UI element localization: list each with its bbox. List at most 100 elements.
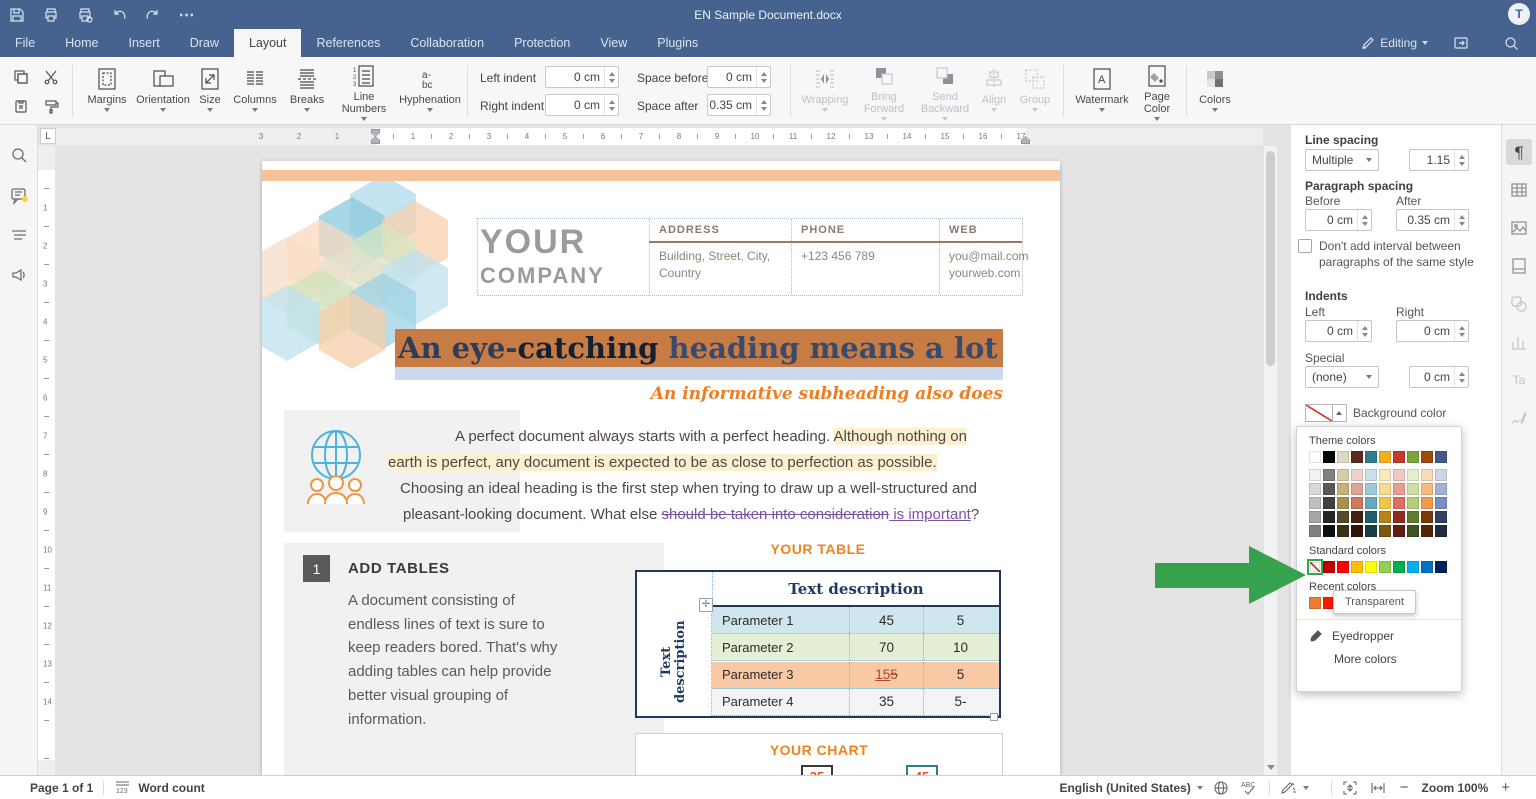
quick-print-button[interactable]	[68, 0, 102, 29]
shape-settings-icon[interactable]	[1506, 291, 1532, 317]
theme-color-swatch[interactable]	[1309, 451, 1321, 463]
standard-color-swatch[interactable]	[1365, 561, 1377, 573]
tint-color-swatch[interactable]	[1435, 511, 1447, 523]
tint-color-swatch[interactable]	[1393, 511, 1405, 523]
tint-color-swatch[interactable]	[1323, 483, 1335, 495]
cut-button[interactable]	[38, 64, 64, 90]
tint-color-swatch[interactable]	[1435, 483, 1447, 495]
find-icon[interactable]	[7, 143, 31, 167]
paste-button[interactable]	[8, 93, 34, 119]
toolbar-button-group[interactable]: Group	[1013, 63, 1057, 121]
field-space-before[interactable]: 0 cm	[707, 66, 771, 88]
standard-color-swatch[interactable]	[1393, 561, 1405, 573]
fit-width-icon[interactable]	[1370, 781, 1386, 795]
line-spacing-select[interactable]: Multiple	[1305, 149, 1379, 171]
save-button[interactable]	[0, 0, 34, 29]
zoom-out-button[interactable]: −	[1400, 779, 1409, 796]
paragraph-settings-icon[interactable]: ¶	[1506, 139, 1532, 165]
headers-footers-settings-icon[interactable]	[1506, 253, 1532, 279]
background-color-dropdown-button[interactable]	[1332, 404, 1347, 422]
toolbar-button-margins[interactable]: Margins	[80, 63, 134, 121]
tint-color-swatch[interactable]	[1435, 469, 1447, 481]
tab-home[interactable]: Home	[50, 29, 113, 57]
tint-color-swatch[interactable]	[1393, 483, 1405, 495]
word-count-icon[interactable]: 123	[114, 780, 131, 795]
tint-color-swatch[interactable]	[1421, 497, 1433, 509]
copy-style-button[interactable]	[38, 93, 64, 119]
table-move-handle[interactable]: ✛	[699, 598, 713, 612]
toolbar-button-line-numbers[interactable]: 1 2 3 Line Numbers	[332, 63, 396, 121]
tab-insert[interactable]: Insert	[114, 29, 175, 57]
recent-color-swatch[interactable]	[1309, 597, 1321, 609]
tint-color-swatch[interactable]	[1351, 483, 1363, 495]
standard-color-swatch[interactable]	[1421, 561, 1433, 573]
tab-protection[interactable]: Protection	[499, 29, 585, 57]
tint-color-swatch[interactable]	[1337, 483, 1349, 495]
tint-color-swatch[interactable]	[1407, 483, 1419, 495]
tint-color-swatch[interactable]	[1351, 525, 1363, 537]
tint-color-swatch[interactable]	[1421, 525, 1433, 537]
tint-color-swatch[interactable]	[1379, 469, 1391, 481]
tint-color-swatch[interactable]	[1421, 511, 1433, 523]
background-color-swatch[interactable]	[1305, 404, 1333, 422]
language-selector[interactable]: English (United States)	[1059, 781, 1190, 795]
feedback-icon[interactable]	[7, 263, 31, 287]
tint-color-swatch[interactable]	[1421, 469, 1433, 481]
tint-color-swatch[interactable]	[1337, 525, 1349, 537]
tint-color-swatch[interactable]	[1351, 511, 1363, 523]
theme-color-swatch[interactable]	[1351, 451, 1363, 463]
document-canvas[interactable]: YOUR COMPANY ADDRESS PHONE WEB Building,…	[38, 146, 1290, 775]
tint-color-swatch[interactable]	[1379, 483, 1391, 495]
special-amount-input[interactable]: 0 cm	[1409, 366, 1469, 388]
document-page[interactable]: YOUR COMPANY ADDRESS PHONE WEB Building,…	[262, 161, 1060, 775]
tint-color-swatch[interactable]	[1323, 469, 1335, 481]
comments-icon[interactable]	[7, 183, 31, 207]
tint-color-swatch[interactable]	[1365, 469, 1377, 481]
toolbar-button-align[interactable]: Align	[973, 63, 1015, 121]
theme-color-swatch[interactable]	[1365, 451, 1377, 463]
tint-color-swatch[interactable]	[1393, 469, 1405, 481]
editing-mode-button[interactable]: Editing	[1361, 36, 1428, 50]
tint-color-swatch[interactable]	[1407, 511, 1419, 523]
theme-color-swatch[interactable]	[1379, 451, 1391, 463]
table-resize-handle[interactable]	[990, 713, 998, 721]
toolbar-button-breaks[interactable]: Breaks	[281, 63, 333, 121]
fit-page-icon[interactable]	[1342, 780, 1358, 796]
standard-color-swatch-selected[interactable]	[1307, 559, 1323, 575]
indent-right-input[interactable]: 0 cm	[1396, 320, 1469, 342]
toolbar-button-hyphenation[interactable]: a-bc Hyphenation	[394, 63, 466, 121]
spinner-arrows[interactable]	[604, 67, 618, 87]
spacing-before-input[interactable]: 0 cm	[1305, 209, 1372, 231]
horizontal-ruler[interactable]: 1 2 3 4 5 6 7 8 9 10 11 12 13 14 15 16 17 3 2 1	[56, 128, 1263, 145]
tint-color-swatch[interactable]	[1407, 525, 1419, 537]
open-file-location-button[interactable]	[1444, 29, 1478, 58]
tint-color-swatch[interactable]	[1309, 511, 1321, 523]
field-space-after[interactable]: 0.35 cm	[707, 94, 771, 116]
signature-settings-icon[interactable]	[1506, 405, 1532, 431]
tint-color-swatch[interactable]	[1393, 497, 1405, 509]
tab-view[interactable]: View	[585, 29, 642, 57]
vertical-ruler[interactable]: 1 2 3 4 5 6 7 8 9 10 11 12 13 14	[38, 146, 55, 775]
tab-plugins[interactable]: Plugins	[642, 29, 713, 57]
toolbar-button-send-backward[interactable]: Send Backward	[915, 63, 975, 121]
tint-color-swatch[interactable]	[1393, 525, 1405, 537]
table-settings-icon[interactable]	[1506, 177, 1532, 203]
standard-color-swatch[interactable]	[1337, 561, 1349, 573]
standard-color-swatch[interactable]	[1407, 561, 1419, 573]
standard-color-swatch[interactable]	[1379, 561, 1391, 573]
tint-color-swatch[interactable]	[1323, 525, 1335, 537]
search-icon[interactable]	[1494, 29, 1528, 58]
toolbar-button-bring-forward[interactable]: Bring Forward	[853, 63, 915, 121]
scroll-down-icon[interactable]	[1267, 765, 1275, 770]
tint-color-swatch[interactable]	[1379, 497, 1391, 509]
more-actions-button[interactable]: ⋯	[170, 0, 204, 29]
scrollbar-thumb[interactable]	[1266, 151, 1275, 366]
word-count-label[interactable]: Word count	[138, 781, 204, 795]
tint-color-swatch[interactable]	[1421, 483, 1433, 495]
tint-color-swatch[interactable]	[1379, 525, 1391, 537]
tab-stop-selector[interactable]: L	[40, 128, 56, 144]
field-right-indent[interactable]: 0 cm	[545, 94, 619, 116]
tint-color-swatch[interactable]	[1337, 469, 1349, 481]
theme-color-swatch[interactable]	[1323, 451, 1335, 463]
tab-layout[interactable]: Layout	[233, 29, 302, 57]
